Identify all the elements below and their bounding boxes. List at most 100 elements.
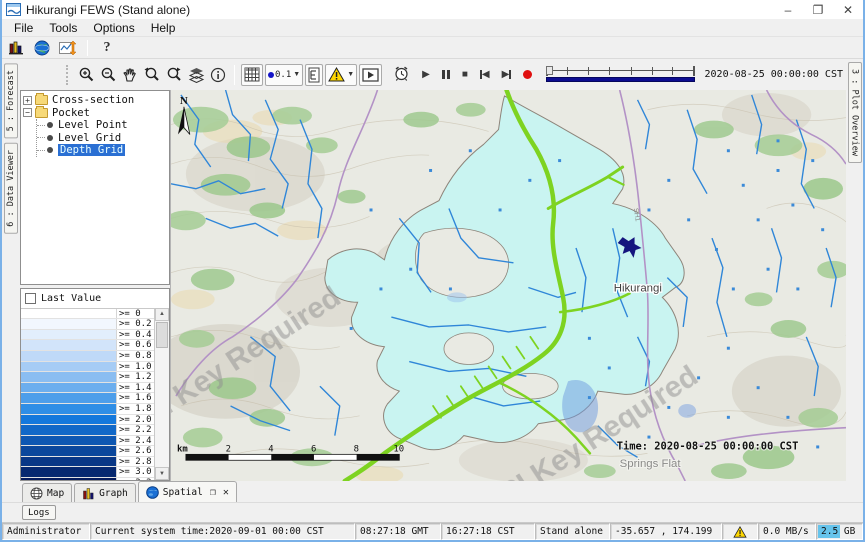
timeseries-edit-icon[interactable]: [58, 39, 78, 57]
main-toolbar: ?: [2, 37, 863, 59]
title-bar: Hikurangi FEWS (Stand alone) – ❐ ✕: [2, 0, 863, 19]
scroll-thumb[interactable]: [156, 322, 168, 348]
minimize-button[interactable]: –: [773, 0, 803, 19]
info-button[interactable]: [207, 64, 229, 86]
tree-item-cross-section[interactable]: + Cross-section: [23, 94, 167, 107]
tree-label: Pocket: [52, 107, 90, 119]
legend-row[interactable]: >= 1.2: [21, 372, 154, 383]
tab-map[interactable]: Map: [22, 483, 72, 502]
time-slider[interactable]: [546, 65, 694, 85]
legend-scrollbar[interactable]: ▲ ▼: [154, 308, 169, 480]
menu-help[interactable]: Help: [143, 21, 184, 35]
step-back-button[interactable]: ◀: [480, 69, 490, 80]
scroll-down-icon[interactable]: ▼: [155, 467, 169, 480]
tree-item-depth-grid[interactable]: Depth Grid: [37, 144, 167, 157]
legend-swatch: [21, 404, 117, 414]
legend-row[interactable]: >= 1.8: [21, 404, 154, 415]
legend-row[interactable]: >= 0.4: [21, 330, 154, 341]
tree-label: Level Grid: [58, 132, 121, 144]
globe-wire-icon: [30, 487, 43, 500]
legend-row[interactable]: >= 0: [21, 309, 154, 320]
record-button[interactable]: [523, 70, 532, 79]
bullet-icon: [47, 122, 53, 128]
legend-swatch: [21, 330, 117, 340]
profile-button[interactable]: [305, 64, 323, 86]
legend-row[interactable]: >= 2.8: [21, 457, 154, 468]
threshold-value: 0.1: [275, 70, 291, 80]
step-forward-button[interactable]: ▶: [502, 69, 512, 80]
pan-button[interactable]: [119, 64, 141, 86]
menu-options[interactable]: Options: [85, 21, 142, 35]
status-coordinates: -35.657 , 174.199: [610, 523, 722, 540]
legend-row[interactable]: >= 2.6: [21, 446, 154, 457]
grid-display-button[interactable]: [241, 64, 263, 86]
legend-row[interactable]: >= 2.2: [21, 425, 154, 436]
legend-row[interactable]: >= 2.0: [21, 415, 154, 426]
legend-row[interactable]: >= 1.4: [21, 383, 154, 394]
legend-row[interactable]: >= 1.0: [21, 362, 154, 373]
zoom-next-button[interactable]: [163, 64, 185, 86]
tab-data-viewer[interactable]: 6 : Data Viewer: [4, 143, 18, 234]
menu-tools[interactable]: Tools: [41, 21, 85, 35]
timer-button[interactable]: [393, 65, 410, 85]
animate-button[interactable]: [359, 64, 382, 86]
warning-dropdown[interactable]: ▼: [325, 64, 357, 86]
legend-row[interactable]: >= 2.4: [21, 436, 154, 447]
legend-swatch: [21, 372, 117, 382]
play-button[interactable]: ▶: [422, 69, 430, 80]
tree-item-level-point[interactable]: Level Point: [37, 119, 167, 132]
menu-file[interactable]: File: [6, 21, 41, 35]
legend-row[interactable]: >= 0.2: [21, 319, 154, 330]
tab-spatial[interactable]: Spatial ❐ ✕: [138, 481, 237, 502]
tab-close-icon[interactable]: ✕: [223, 487, 229, 498]
logs-button[interactable]: Logs: [22, 505, 56, 520]
tab-maximize-icon[interactable]: ❐: [210, 487, 216, 498]
tree-item-level-grid[interactable]: Level Grid: [37, 132, 167, 145]
legend-row[interactable]: >= 0.6: [21, 340, 154, 351]
toolbar-grip[interactable]: [66, 65, 69, 85]
left-panel: + Cross-section − Pocket: [20, 90, 170, 481]
zoom-out-button[interactable]: [97, 64, 119, 86]
layers-button[interactable]: [185, 64, 207, 86]
expand-icon[interactable]: +: [23, 96, 32, 105]
zoom-in-button[interactable]: [75, 64, 97, 86]
legend-swatch: [21, 362, 117, 372]
close-button[interactable]: ✕: [833, 0, 863, 19]
legend-row[interactable]: >= 3.2: [21, 478, 154, 480]
legend-swatch: [21, 436, 117, 446]
folder-icon: [35, 95, 48, 105]
map-canvas[interactable]: SH1: [171, 90, 846, 481]
map-time-label: Time: 2020-08-25 00:00:00 CST: [617, 440, 799, 452]
legend-swatch: [21, 319, 117, 329]
status-local-time: 16:27:18 CST: [441, 523, 535, 540]
tree-item-pocket[interactable]: − Pocket: [23, 107, 167, 120]
legend-row[interactable]: >= 0.8: [21, 351, 154, 362]
stop-button[interactable]: ■: [462, 69, 468, 80]
legend-swatch: [21, 425, 117, 435]
zoom-previous-button[interactable]: [141, 64, 163, 86]
last-value-checkbox[interactable]: [25, 293, 36, 304]
tab-forecast[interactable]: 5 : Forecast: [4, 63, 18, 138]
threshold-dropdown[interactable]: 0.1 ▼: [265, 64, 303, 86]
status-warning[interactable]: [722, 523, 758, 540]
help-button[interactable]: ?: [97, 39, 117, 57]
animation-controls: ▶ ■ ◀ ▶: [393, 65, 532, 85]
tab-graph[interactable]: Graph: [74, 483, 136, 502]
window-title: Hikurangi FEWS (Stand alone): [26, 3, 190, 17]
data-display-icon[interactable]: [6, 39, 26, 57]
legend-swatch: [21, 351, 117, 361]
map-view[interactable]: SH1: [170, 90, 846, 481]
collapse-icon[interactable]: −: [23, 108, 32, 117]
status-memory: 2.5 GB: [816, 523, 863, 540]
pause-button[interactable]: [442, 70, 450, 79]
legend-row[interactable]: >= 1.6: [21, 393, 154, 404]
tab-plot-overview[interactable]: 3 : Plot Overview: [848, 62, 862, 163]
current-datetime: 2020-08-25 00:00:00 CST: [705, 69, 846, 80]
scroll-up-icon[interactable]: ▲: [155, 308, 169, 321]
time-slider-handle[interactable]: [546, 66, 553, 75]
maximize-button[interactable]: ❐: [803, 0, 833, 19]
spatial-display-icon[interactable]: [32, 39, 52, 57]
legend-row[interactable]: >= 3.0: [21, 467, 154, 478]
status-network-speed: 0.0 MB/s: [758, 523, 816, 540]
legend-swatch: [21, 415, 117, 425]
